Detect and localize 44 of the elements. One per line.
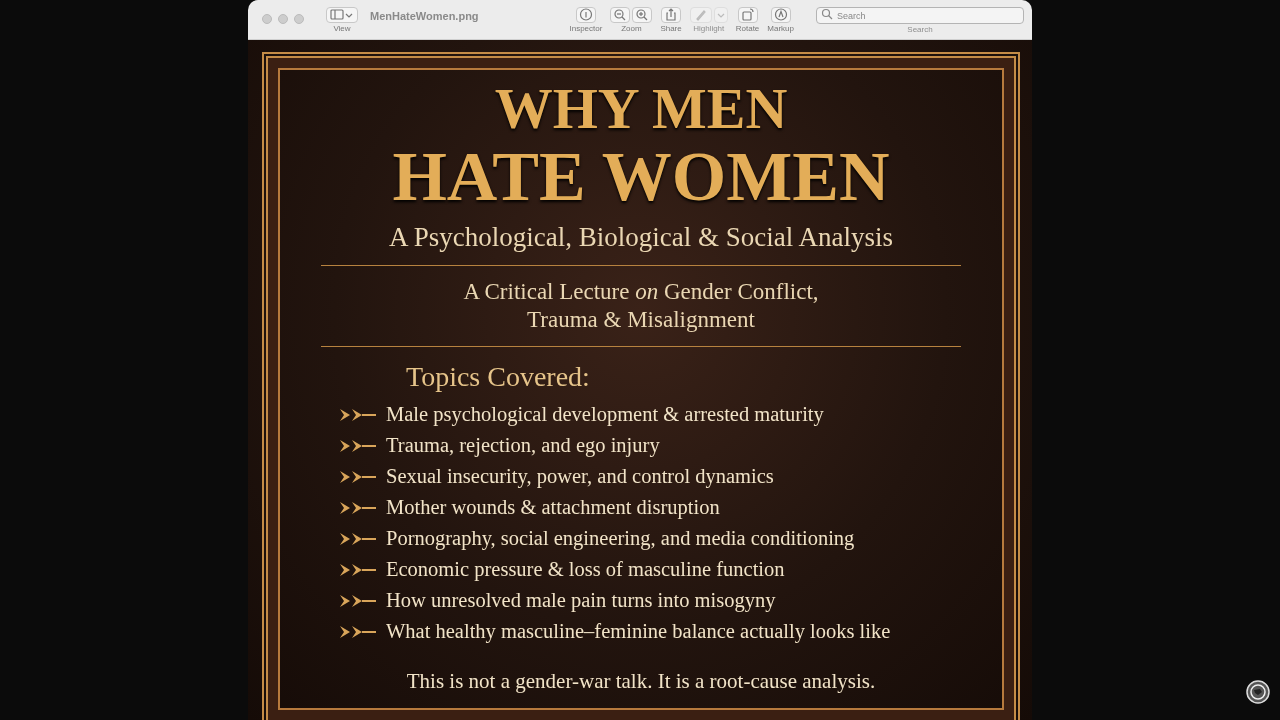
view-button[interactable]: [326, 6, 358, 23]
share-icon: [664, 7, 679, 22]
poster-title: WHY MEN: [494, 80, 788, 138]
toolbar-label: Share: [660, 23, 682, 33]
circle-logo-icon: [1246, 680, 1270, 704]
search-field[interactable]: Search: [816, 7, 1024, 25]
sidebar-icon: [330, 7, 344, 22]
topic-item: What healthy masculine–feminine balance actually looks like: [386, 620, 891, 643]
toolbar-label: Inspector: [569, 23, 603, 33]
zoom-in-icon: [635, 7, 650, 22]
lecture-title: A Critical Lecture on Gender Conflict,: [463, 278, 819, 306]
topic-item: Economic pressure & loss of masculine function: [386, 558, 785, 581]
topic-item: Mother wounds & attachment disruption: [386, 496, 720, 519]
toolbar-label: Markup: [767, 23, 794, 33]
toolbar-label: Rotate: [735, 23, 760, 33]
info-icon: [578, 7, 593, 22]
toolbar-label: Highlight: [693, 23, 725, 33]
poster-title: HATE WOMEN: [392, 142, 890, 212]
toolbar-label: Zoom: [621, 23, 642, 33]
rotate-icon: [740, 7, 755, 22]
topic-item: How unresolved male pain turns into misogyny: [386, 589, 776, 612]
window-control-button[interactable]: [294, 13, 304, 24]
lecture-title: Trauma & Misalignment: [527, 306, 755, 334]
topic-item: Sexual insecurity, power, and control dynamics: [386, 465, 774, 488]
inspector-button[interactable]: [575, 6, 596, 23]
toolbar-label: View: [333, 23, 351, 33]
pen-tip-icon: [773, 7, 788, 22]
topic-item: Trauma, rejection, and ego injury: [386, 434, 660, 457]
topic-item: Pornography, social engineering, and media conditioning: [386, 527, 855, 550]
window-title: MenHateWomen.png: [370, 9, 479, 22]
rotate-button[interactable]: [737, 6, 758, 23]
poster-tagline: This is not a gender-war talk. It is a root-cause analysis.: [406, 669, 876, 694]
topics-heading: Topics Covered:: [406, 361, 590, 393]
window-control-button[interactable]: [278, 13, 288, 24]
zoom-in-button[interactable]: [632, 6, 653, 23]
markup-button[interactable]: [770, 6, 791, 23]
window-control-button[interactable]: [262, 13, 272, 24]
poster-subtitle: A Psychological, Biological & Social Analysis: [389, 222, 893, 253]
search-icon: [821, 7, 833, 20]
share-button[interactable]: [661, 6, 682, 23]
topic-item: Male psychological development & arrested maturity: [386, 403, 824, 426]
zoom-out-button[interactable]: [610, 6, 631, 23]
zoom-out-icon: [613, 7, 628, 22]
toolbar-label: Search: [907, 25, 933, 35]
